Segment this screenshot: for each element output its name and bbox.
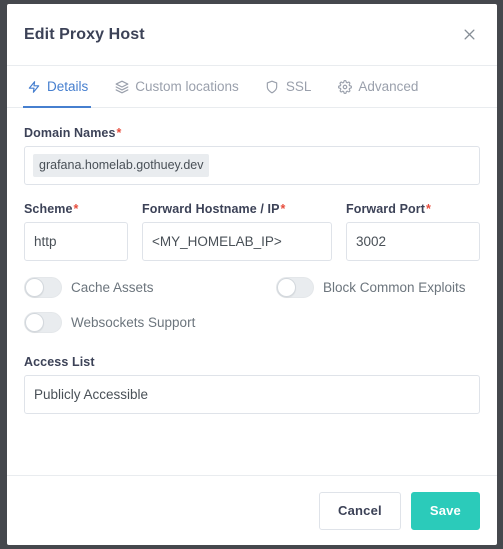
page-title: Edit Proxy Host <box>24 25 145 43</box>
save-button[interactable]: Save <box>410 491 480 530</box>
close-icon[interactable] <box>457 23 481 47</box>
field-domain-names: Domain Names* grafana.homelab.gothuey.de… <box>24 126 480 185</box>
websockets-support-switch[interactable] <box>24 312 62 333</box>
cache-assets-switch[interactable] <box>24 277 62 298</box>
scheme-label-text: Scheme <box>24 202 73 216</box>
shield-icon <box>265 79 280 94</box>
toggle-row-2: Websockets Support <box>24 312 480 333</box>
tab-custom-locations-label: Custom locations <box>135 79 239 94</box>
required-marker: * <box>73 202 79 216</box>
toggle-websockets-support[interactable]: Websockets Support <box>24 312 276 333</box>
forward-port-value: 3002 <box>356 234 387 249</box>
required-marker: * <box>280 202 286 216</box>
tab-advanced-label: Advanced <box>358 79 419 94</box>
block-common-exploits-label: Block Common Exploits <box>323 280 466 295</box>
field-forward-port: Forward Port* 3002 <box>346 202 480 261</box>
dialog-body: Domain Names* grafana.homelab.gothuey.de… <box>7 108 497 475</box>
forward-hostname-label: Forward Hostname / IP* <box>142 202 332 216</box>
tab-ssl[interactable]: SSL <box>263 66 314 107</box>
required-marker: * <box>116 126 122 140</box>
bolt-icon <box>26 79 41 94</box>
layers-icon <box>114 79 129 94</box>
forward-hostname-value: <MY_HOMELAB_IP> <box>152 234 282 249</box>
field-access-list: Access List Publicly Accessible <box>24 355 480 414</box>
cache-assets-label: Cache Assets <box>71 280 154 295</box>
tab-advanced[interactable]: Advanced <box>335 66 420 107</box>
access-list-value: Publicly Accessible <box>34 387 149 402</box>
forward-port-input[interactable]: 3002 <box>346 222 480 261</box>
scheme-label: Scheme* <box>24 202 128 216</box>
edit-proxy-host-dialog: Edit Proxy Host Details Custom locations… <box>7 4 497 545</box>
domain-tag[interactable]: grafana.homelab.gothuey.dev <box>33 154 210 177</box>
tab-custom-locations[interactable]: Custom locations <box>112 66 241 107</box>
tab-bar: Details Custom locations SSL Advanced <box>7 66 497 108</box>
field-forward-hostname: Forward Hostname / IP* <MY_HOMELAB_IP> <box>142 202 332 261</box>
dialog-header: Edit Proxy Host <box>7 4 497 66</box>
required-marker: * <box>425 202 431 216</box>
forward-settings-row: Scheme* http Forward Hostname / IP* <MY_… <box>24 202 480 261</box>
toggle-row-1: Cache Assets Block Common Exploits <box>24 277 480 298</box>
gear-icon <box>337 79 352 94</box>
switch-knob <box>25 278 44 297</box>
tab-ssl-label: SSL <box>285 79 312 94</box>
domain-names-label: Domain Names* <box>24 126 480 140</box>
scheme-input[interactable]: http <box>24 222 128 261</box>
tab-details[interactable]: Details <box>22 66 92 108</box>
forward-port-label-text: Forward Port <box>346 202 425 216</box>
dialog-footer: Cancel Save <box>7 475 497 545</box>
forward-hostname-label-text: Forward Hostname / IP <box>142 202 280 216</box>
block-common-exploits-switch[interactable] <box>276 277 314 298</box>
access-list-label: Access List <box>24 355 95 369</box>
toggle-cache-assets[interactable]: Cache Assets <box>24 277 276 298</box>
forward-port-label: Forward Port* <box>346 202 480 216</box>
scheme-value: http <box>34 234 57 249</box>
forward-hostname-input[interactable]: <MY_HOMELAB_IP> <box>142 222 332 261</box>
domain-names-input[interactable]: grafana.homelab.gothuey.dev <box>24 146 480 185</box>
tab-details-label: Details <box>47 79 89 94</box>
switch-knob <box>277 278 296 297</box>
switch-knob <box>25 313 44 332</box>
domain-names-label-text: Domain Names <box>24 126 116 140</box>
websockets-support-label: Websockets Support <box>71 315 196 330</box>
cancel-button[interactable]: Cancel <box>318 491 401 530</box>
access-list-select[interactable]: Publicly Accessible <box>24 375 480 414</box>
field-scheme: Scheme* http <box>24 202 128 261</box>
toggle-block-common-exploits[interactable]: Block Common Exploits <box>276 277 466 298</box>
